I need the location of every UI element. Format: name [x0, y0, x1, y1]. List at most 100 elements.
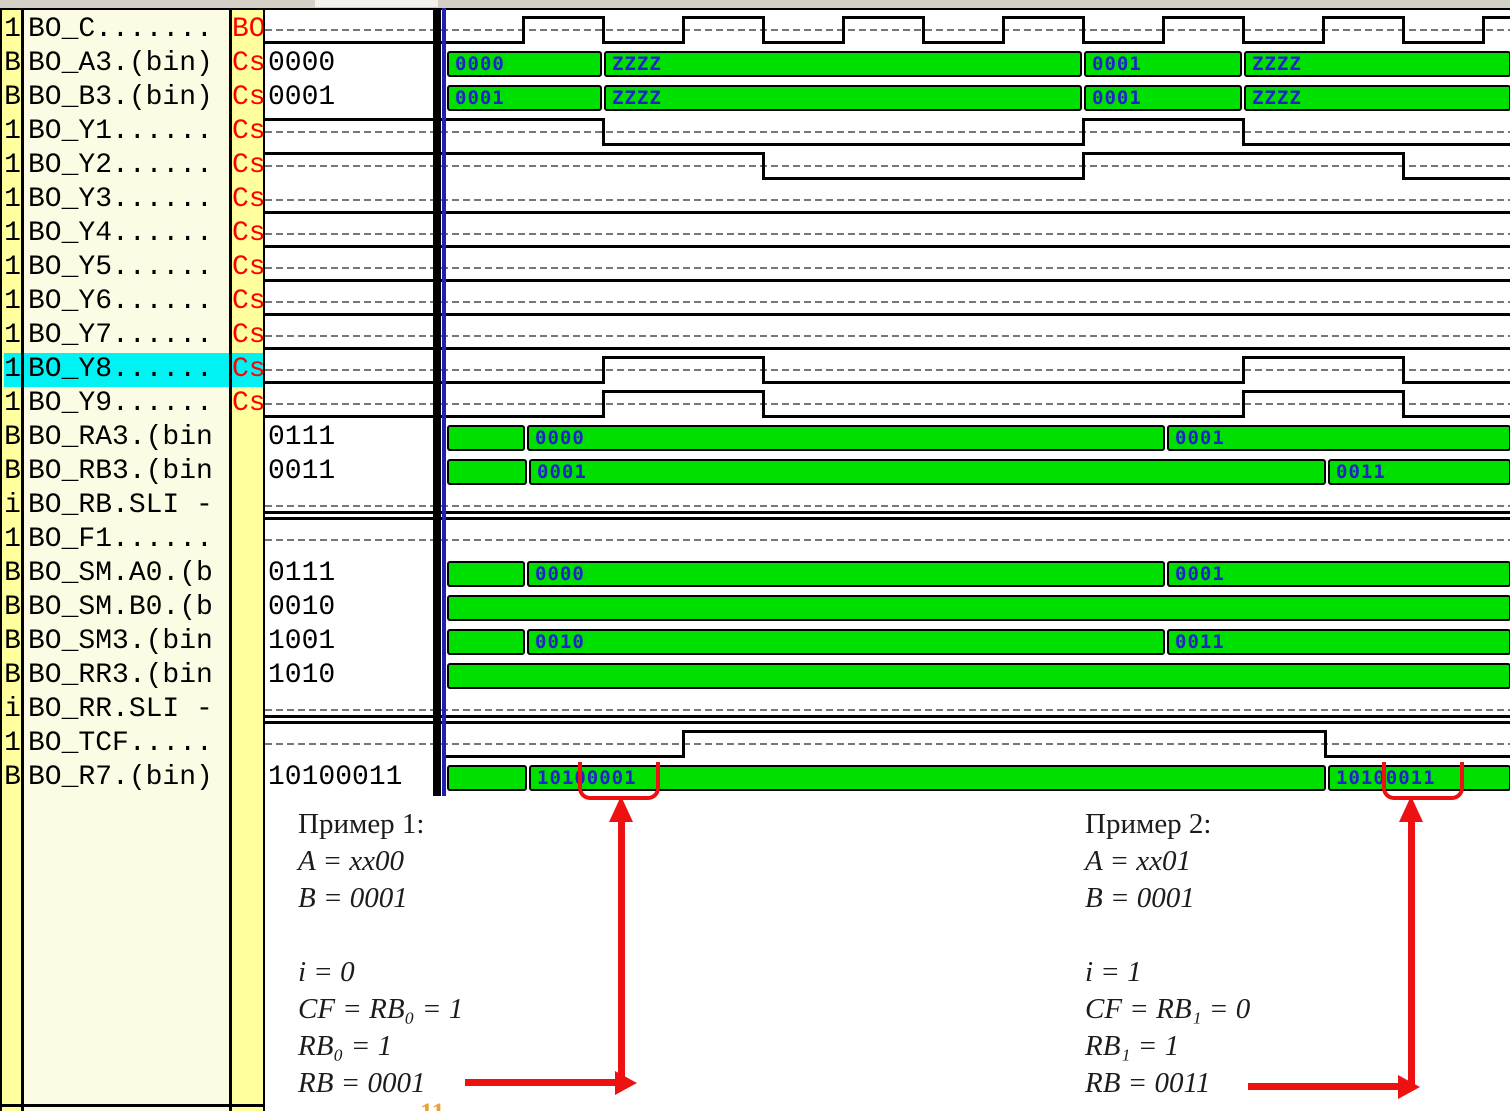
wave-edge — [682, 730, 685, 758]
signal-name[interactable]: BO_SM.B0.(b — [28, 591, 228, 625]
wave-edge — [1082, 118, 1085, 146]
signal-name[interactable]: BO_F1...... — [28, 523, 228, 557]
bus-segment — [447, 595, 1510, 621]
signal-type: 1 — [4, 523, 21, 557]
signal-type: B — [4, 591, 21, 625]
signal-type: 1 — [4, 353, 21, 387]
signal-value: 0011 — [268, 455, 431, 489]
wave-edge — [762, 152, 765, 180]
example-line: CF = RB₁ = 0 — [1085, 991, 1445, 1028]
wave-dashed-baseline — [265, 709, 1510, 711]
wave-dashed-baseline — [265, 403, 1510, 405]
signal-name[interactable]: BO_RR.SLI - — [28, 693, 228, 727]
signal-name[interactable]: BO_Y2...... — [28, 149, 228, 183]
signal-name[interactable]: BO_Y4...... — [28, 217, 228, 251]
wave-edge — [1082, 16, 1085, 44]
wave-edge — [682, 16, 685, 44]
wave-level-segment — [445, 415, 604, 418]
signal-name[interactable]: BO_Y6...... — [28, 285, 228, 319]
example-2-title: Пример 2: — [1085, 806, 1445, 843]
wave-initial-level — [263, 381, 446, 384]
wave-level-segment — [1162, 16, 1244, 19]
panel-wave-divider — [263, 8, 265, 1111]
bus-value-label: 0001 — [537, 462, 587, 482]
bus-segment — [604, 51, 1082, 77]
signal-type: B — [4, 47, 21, 81]
wave-level-segment — [445, 211, 1510, 214]
signal-name[interactable]: BO_C....... — [28, 13, 228, 47]
bus-segment — [447, 629, 525, 655]
signal-type: 1 — [4, 115, 21, 149]
signal-name[interactable]: BO_TCF..... — [28, 727, 228, 761]
bus-value-label: 0000 — [535, 564, 585, 584]
bracket2 — [1382, 762, 1464, 800]
wave-level-segment — [1242, 390, 1404, 393]
signal-name[interactable]: BO_Y8...... — [28, 353, 228, 387]
signal-type: B — [4, 659, 21, 693]
signal-name[interactable]: BO_R7.(bin) — [28, 761, 228, 795]
wave-level-segment — [445, 245, 1510, 248]
wave-level-segment — [522, 16, 604, 19]
wave-dashed-baseline — [265, 267, 1510, 269]
signal-name[interactable]: BO_Y9...... — [28, 387, 228, 421]
signal-tag: Cs — [232, 353, 263, 387]
value-column-divider[interactable] — [433, 8, 441, 796]
wave-edge — [522, 16, 525, 44]
arrow2-up-head — [1399, 796, 1423, 822]
signal-name[interactable]: BO_B3.(bin) — [28, 81, 228, 115]
wave-level-segment — [842, 16, 924, 19]
top-border — [0, 8, 1510, 10]
waveform-viewer-window: 0000ZZZZ0001ZZZZ0001ZZZZ0001ZZZZ00000001… — [0, 0, 1510, 1111]
wave-initial-level — [263, 118, 446, 121]
example-line — [1085, 917, 1445, 954]
wave-edge — [602, 356, 605, 384]
wave-dashed-baseline — [265, 199, 1510, 201]
signal-name[interactable]: BO_SM3.(bin — [28, 625, 228, 659]
signal-name[interactable]: BO_Y7...... — [28, 319, 228, 353]
wave-level-segment — [682, 730, 1326, 733]
wave-level-segment — [602, 41, 684, 44]
signal-name[interactable]: BO_SM.A0.(b — [28, 557, 228, 591]
bus-value-label: ZZZZ — [1252, 54, 1302, 74]
arrow2-horizontal-shaft — [1248, 1083, 1398, 1090]
wave-level-segment — [445, 279, 1510, 282]
example-line: i = 0 — [298, 954, 658, 991]
signal-tag: Cs — [232, 149, 263, 183]
signal-tag: Cs — [232, 217, 263, 251]
signal-name[interactable]: BO_RB3.(bin — [28, 455, 228, 489]
wave-level-segment — [1082, 118, 1244, 121]
wave-level-segment — [922, 41, 1004, 44]
example-line: i = 1 — [1085, 954, 1445, 991]
wave-level-segment — [1402, 381, 1510, 384]
wave-initial-level — [263, 41, 446, 44]
wave-level-segment — [445, 381, 604, 384]
signal-name[interactable]: BO_A3.(bin) — [28, 47, 228, 81]
signal-tag: Cs — [232, 183, 263, 217]
arrow1-vertical-shaft — [618, 822, 625, 1086]
signal-name[interactable]: BO_RR3.(bin — [28, 659, 228, 693]
wave-initial-level — [263, 313, 446, 316]
signal-value: 1010 — [268, 659, 431, 693]
signal-name[interactable]: BO_RA3.(bin — [28, 421, 228, 455]
wave-edge — [842, 16, 845, 44]
signal-type: 1 — [4, 251, 21, 285]
signal-name[interactable]: BO_Y1...... — [28, 115, 228, 149]
wave-edge — [762, 356, 765, 384]
int-line-lower — [263, 517, 1510, 520]
bus-segment — [527, 425, 1165, 451]
signal-type: B — [4, 455, 21, 489]
wave-level-segment — [1324, 755, 1510, 758]
time-cursor[interactable] — [442, 8, 446, 796]
wave-level-segment — [1242, 41, 1324, 44]
signal-name[interactable]: BO_RB.SLI - — [28, 489, 228, 523]
wave-edge — [602, 16, 605, 44]
wave-level-segment — [445, 755, 684, 758]
scrollbar-thumb[interactable] — [315, 0, 438, 7]
wave-level-segment — [1402, 415, 1510, 418]
signal-name[interactable]: BO_Y3...... — [28, 183, 228, 217]
bus-value-label: 0011 — [1175, 632, 1225, 652]
signal-type: i — [4, 489, 21, 523]
signal-name[interactable]: BO_Y5...... — [28, 251, 228, 285]
wave-level-segment — [1402, 177, 1510, 180]
panel-left-border — [0, 8, 2, 1111]
